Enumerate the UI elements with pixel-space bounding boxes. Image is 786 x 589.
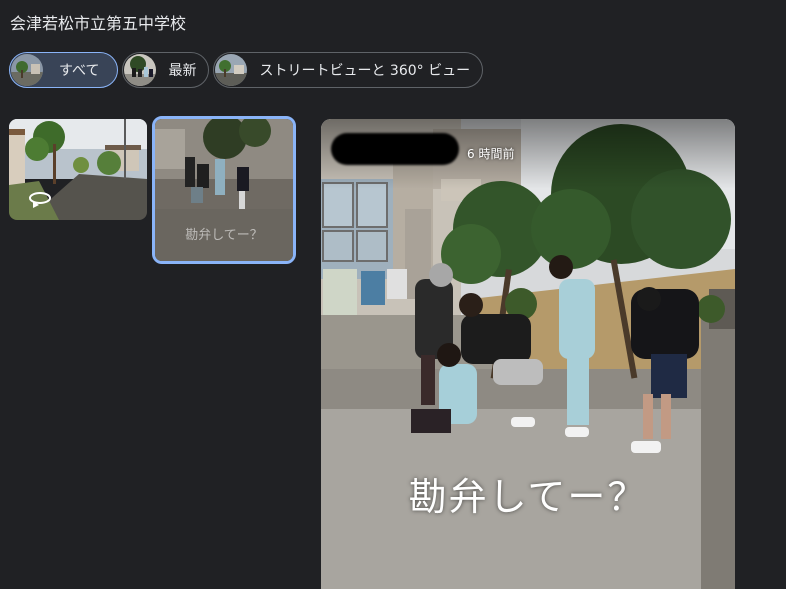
- chip-thumbnail: [215, 54, 248, 86]
- filter-chip-street-view[interactable]: ストリートビューと 360° ビュー: [213, 52, 484, 88]
- chip-thumbnail: [11, 54, 43, 86]
- filter-chip-all[interactable]: すべて: [9, 52, 119, 88]
- thumbnail-caption: 勘弁してー？: [185, 228, 263, 243]
- filter-chip-label: すべて: [59, 63, 100, 79]
- photo-time-ago: 6 時間前: [467, 147, 515, 161]
- photo-filter-chips: すべて 最新 ストリートビューと 360° ビュー: [9, 52, 484, 88]
- filter-chip-label: 最新: [168, 63, 197, 79]
- photo-caption: 勘弁してー？: [408, 475, 648, 519]
- filter-chip-latest[interactable]: 最新: [122, 52, 210, 88]
- filter-chip-label: ストリートビューと 360° ビュー: [259, 63, 471, 79]
- place-title: 会津若松市立第五中学校: [10, 14, 187, 33]
- 360-rotate-icon: [29, 192, 51, 208]
- redacted-author: [331, 133, 459, 165]
- photo-thumbnail-street-view[interactable]: [9, 119, 147, 220]
- chip-thumbnail: [124, 54, 157, 86]
- photo-thumbnail-selected[interactable]: 勘弁してー？: [152, 116, 296, 264]
- photo-viewer[interactable]: 6 時間前 勘弁してー？: [321, 119, 735, 589]
